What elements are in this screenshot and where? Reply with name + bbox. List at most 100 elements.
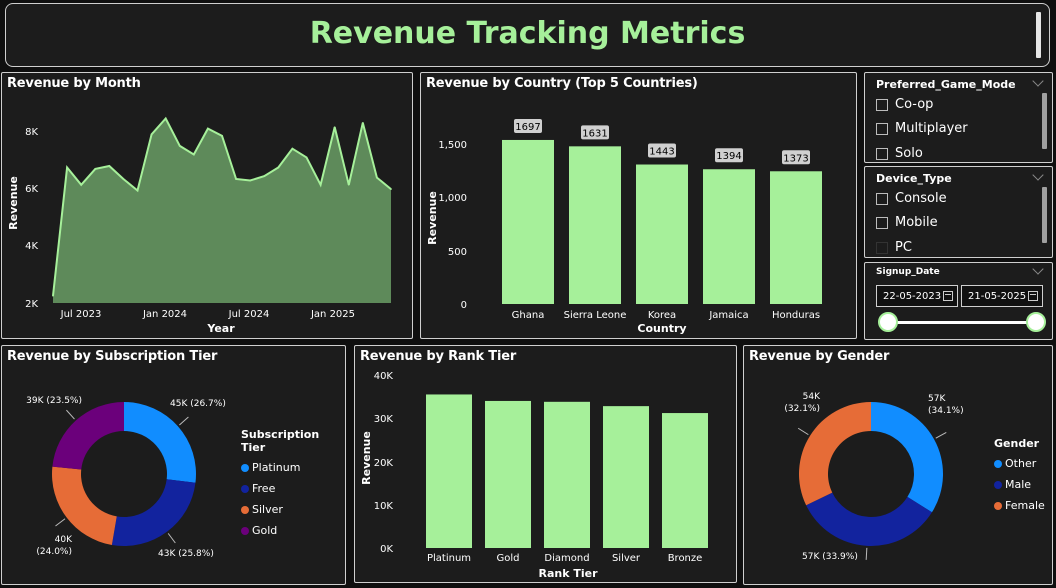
leader-line (179, 416, 189, 426)
calendar-icon[interactable] (1028, 291, 1038, 301)
leader-line (935, 431, 947, 439)
checkbox[interactable] (876, 147, 888, 160)
donut-slice[interactable] (124, 402, 197, 483)
y-tick-label: 4K (25, 241, 38, 252)
slicer-scrollbar[interactable] (1042, 93, 1047, 149)
chevron-down-icon[interactable] (1032, 75, 1044, 87)
legend-dot (241, 484, 249, 493)
data-point[interactable] (193, 153, 195, 156)
bar[interactable] (636, 164, 688, 304)
data-point[interactable] (136, 189, 139, 192)
donut-slice[interactable] (799, 402, 871, 506)
slicer-option-console[interactable]: Console (876, 191, 947, 206)
legend-label: Other (1005, 457, 1037, 470)
data-point[interactable] (263, 175, 266, 177)
data-point[interactable] (235, 178, 237, 180)
range-end-handle[interactable] (1026, 312, 1046, 332)
revenue-by-rank-chart[interactable]: Platinum Gold Diamond Silver Bronze 40K 30K … (355, 346, 738, 584)
y-tick-label: 30K (374, 414, 394, 425)
legend-item[interactable]: Gold (241, 524, 345, 537)
bar[interactable] (485, 400, 531, 548)
data-point[interactable] (362, 121, 364, 124)
x-tick-label: Gold (497, 553, 520, 564)
data-point[interactable] (122, 178, 125, 180)
bar[interactable] (662, 413, 708, 548)
data-point[interactable] (94, 168, 97, 170)
y-tick-label: 1,000 (438, 193, 467, 204)
slicer-option-pc[interactable]: PC (876, 240, 912, 255)
start-date-input[interactable]: 22-05-2023 (876, 285, 958, 307)
bar[interactable] (544, 401, 590, 548)
x-tick-label: Jan 2024 (142, 309, 187, 320)
data-point[interactable] (249, 179, 251, 182)
data-point[interactable] (150, 133, 153, 136)
x-axis-title: Rank Tier (538, 567, 598, 580)
donut-slice[interactable] (806, 492, 932, 546)
data-point[interactable] (164, 117, 167, 120)
data-label: 57K (33.9%) (802, 552, 858, 562)
slicer-option-co-op[interactable]: Co-op (876, 97, 933, 112)
end-date-input[interactable]: 21-05-2025 (961, 285, 1043, 307)
option-label: Mobile (895, 215, 938, 230)
data-point[interactable] (66, 166, 68, 169)
device-type-slicer: Device_Type Console Mobile PC (864, 166, 1053, 258)
legend-dot (994, 501, 1002, 510)
leader-line (55, 518, 66, 527)
data-point[interactable] (347, 183, 350, 186)
data-point[interactable] (221, 134, 223, 137)
data-point[interactable] (80, 183, 82, 186)
date-range-track[interactable] (889, 321, 1036, 324)
bar[interactable] (426, 394, 472, 548)
bar[interactable] (569, 146, 621, 304)
slicer-option-multiplayer[interactable]: Multiplayer (876, 121, 968, 136)
header-scrollbar[interactable] (1036, 12, 1041, 58)
revenue-by-month-chart[interactable]: 8K 6K 4K 2K Jul 2023 Jan 2024 Jul 2024 J… (2, 73, 414, 340)
donut-slice[interactable] (51, 466, 117, 545)
data-label: (34.1%) (928, 406, 964, 416)
data-point[interactable] (178, 145, 181, 147)
legend-item[interactable]: Male (994, 478, 1045, 491)
data-point[interactable] (305, 156, 308, 159)
checkbox[interactable] (876, 192, 888, 205)
revenue-by-rank-panel: Revenue by Rank Tier Platinum Gold Diamond… (354, 345, 737, 583)
bar[interactable] (703, 169, 755, 304)
checkbox[interactable] (876, 98, 888, 111)
legend-item[interactable]: Platinum (241, 461, 345, 474)
bar[interactable] (603, 406, 649, 548)
legend-item[interactable]: Silver (241, 503, 345, 516)
data-label: 1443 (649, 147, 674, 158)
donut-slice[interactable] (111, 479, 196, 546)
data-point[interactable] (207, 127, 209, 130)
bar[interactable] (770, 171, 822, 304)
start-date-value: 22-05-2023 (883, 291, 942, 302)
data-point[interactable] (277, 166, 280, 169)
legend-item[interactable]: Female (994, 499, 1045, 512)
x-axis-title: Year (206, 322, 235, 335)
data-point[interactable] (108, 165, 111, 167)
revenue-by-subscription-panel: Revenue by Subscription Tier 45K (26.7%)… (1, 345, 346, 585)
chevron-down-icon[interactable] (1032, 169, 1044, 181)
legend-title: Subscription Tier (241, 428, 320, 454)
slicer-scrollbar[interactable] (1042, 187, 1047, 243)
donut-slice[interactable] (52, 402, 124, 470)
data-point[interactable] (319, 183, 322, 186)
data-point[interactable] (390, 188, 392, 190)
checkbox[interactable] (876, 122, 888, 135)
legend-item[interactable]: Other (994, 457, 1045, 470)
checkbox[interactable] (876, 241, 888, 254)
calendar-icon[interactable] (943, 291, 953, 301)
range-start-handle[interactable] (878, 312, 898, 332)
revenue-by-country-chart[interactable]: 1697 Ghana 1631 Sierra Leone 1443 Korea 1394 Ja… (421, 73, 858, 340)
data-point[interactable] (376, 176, 378, 179)
data-point[interactable] (291, 147, 294, 150)
legend-item[interactable]: Free (241, 482, 345, 495)
data-point[interactable] (333, 126, 336, 128)
bar[interactable] (502, 139, 554, 304)
slicer-option-mobile[interactable]: Mobile (876, 215, 938, 230)
data-point[interactable] (52, 294, 54, 297)
chevron-down-icon[interactable] (1032, 263, 1044, 275)
donut-slice[interactable] (871, 402, 943, 513)
slicer-option-solo[interactable]: Solo (876, 146, 923, 161)
y-tick-label: 40K (374, 371, 394, 382)
checkbox[interactable] (876, 216, 888, 229)
